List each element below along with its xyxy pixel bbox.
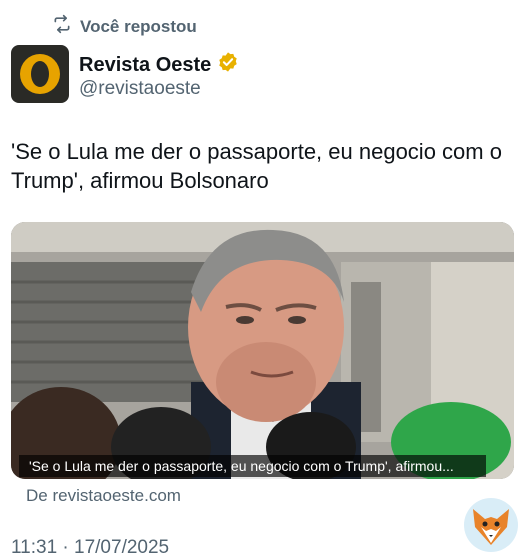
fox-logo-icon [463,497,519,553]
link-card-image[interactable] [11,222,514,479]
link-source[interactable]: De revistaoeste.com [26,486,181,506]
tweet-text: 'Se o Lula me der o passaporte, eu negoc… [11,139,502,193]
author-name-text: Revista Oeste [79,53,212,76]
author-handle[interactable]: @revistaoeste [79,78,201,100]
author-name[interactable]: Revista Oeste [79,51,239,79]
repost-header: Você repostou [52,14,197,39]
timestamp[interactable]: 11:31 · 17/07/2025 [11,537,169,559]
avatar[interactable] [11,45,69,103]
news-photo [11,222,514,479]
avatar-logo [20,54,60,94]
repost-label: Você repostou [80,16,197,36]
image-caption: 'Se o Lula me der o passaporte, eu negoc… [19,455,486,477]
verified-badge-icon [217,51,239,79]
repost-icon [52,14,72,39]
